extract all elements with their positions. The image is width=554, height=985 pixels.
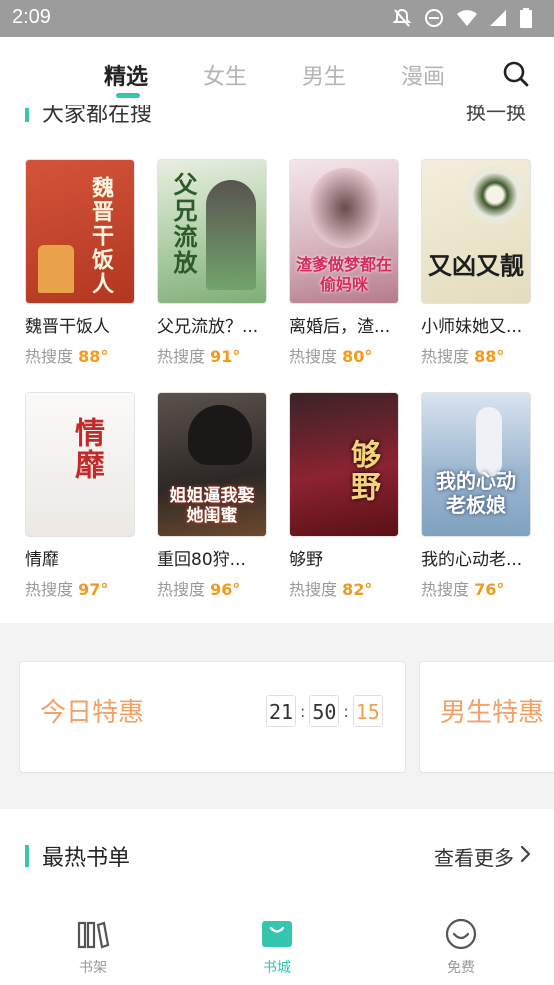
book-heat: 热搜度 91° [157, 347, 241, 366]
tab-indicator [116, 93, 140, 98]
tab-comics[interactable]: 漫画 [401, 59, 445, 91]
smiley-icon [444, 917, 478, 951]
nav-label: 免费 [447, 960, 475, 976]
book-heat: 热搜度 80° [289, 347, 373, 366]
book-title: 离婚后，渣... [289, 317, 391, 337]
book-heat: 热搜度 88° [25, 347, 109, 366]
timer-minutes: 50 [309, 695, 340, 727]
book-heat: 热搜度 96° [157, 580, 241, 599]
search-icon[interactable] [502, 60, 530, 88]
status-bar: 2:09 [0, 0, 554, 37]
book-cover: 够野 [289, 392, 399, 537]
book-item[interactable]: 情靡 情靡 热搜度 97° [25, 392, 137, 600]
book-heat: 热搜度 88° [421, 347, 505, 366]
male-deal-title: 男生特惠 [440, 698, 545, 728]
book-title: 父兄流放？... [157, 317, 259, 337]
bookshelf-icon [76, 917, 110, 951]
hot-lists-title: 最热书单 [42, 846, 131, 871]
section-accent-bar [25, 108, 29, 122]
top-tabs: 精选 女生 男生 漫画 [0, 37, 554, 105]
book-cover: 魏晋干饭人 [25, 159, 135, 304]
book-heat: 热搜度 97° [25, 580, 109, 599]
countdown-timer: 21 : 50 : 15 [266, 695, 383, 727]
book-cover-title: 情靡 [69, 417, 104, 481]
male-deal-card[interactable]: 男生特惠 [419, 661, 554, 773]
nav-label: 书架 [79, 960, 107, 976]
book-item[interactable]: 渣爹做梦都在偷妈咪 离婚后，渣... 热搜度 80° [289, 159, 401, 367]
book-title: 我的心动老... [421, 550, 523, 570]
today-deal-title: 今日特惠 [40, 698, 145, 728]
view-more-button[interactable]: 查看更多 [434, 842, 532, 871]
timer-hours: 21 [266, 695, 296, 727]
book-cover: 姐姐逼我娶她闺蜜 [157, 392, 267, 537]
book-item[interactable]: 姐姐逼我娶她闺蜜 重回80狩... 热搜度 96° [157, 392, 269, 600]
book-cover: 情靡 [25, 392, 135, 537]
book-heat: 热搜度 82° [289, 580, 373, 599]
nav-label: 书城 [263, 960, 291, 976]
book-title: 魏晋干饭人 [25, 317, 110, 337]
nav-free[interactable]: 免费 [421, 917, 501, 977]
book-cover-title: 我的心动老板娘 [436, 469, 516, 517]
book-cover-title: 渣爹做梦都在偷妈咪 [296, 255, 393, 294]
book-cover-title: 又凶又靓 [428, 252, 524, 280]
timer-seconds: 15 [352, 695, 383, 727]
book-item[interactable]: 我的心动老板娘 我的心动老... 热搜度 76° [421, 392, 533, 600]
book-cover: 我的心动老板娘 [421, 392, 531, 537]
nav-bookshelf[interactable]: 书架 [53, 917, 133, 977]
section-accent-bar [25, 845, 29, 867]
book-title: 情靡 [25, 550, 59, 570]
view-more-label: 查看更多 [434, 846, 514, 870]
dnd-icon [424, 8, 444, 28]
book-item[interactable]: 父兄流放 父兄流放？... 热搜度 91° [157, 159, 269, 367]
book-cover: 父兄流放 [157, 159, 267, 304]
chevron-right-icon [520, 844, 532, 869]
tab-selected[interactable]: 精选 [104, 59, 148, 91]
book-heat: 热搜度 76° [421, 580, 505, 599]
notifications-off-icon [392, 8, 412, 28]
tab-male[interactable]: 男生 [302, 59, 346, 91]
book-title: 重回80狩... [157, 550, 246, 570]
book-cover-title: 魏晋干饭人 [88, 176, 113, 296]
today-deal-card[interactable]: 今日特惠 21 : 50 : 15 [19, 661, 406, 773]
book-cover-title: 姐姐逼我娶她闺蜜 [169, 486, 255, 526]
bookstore-icon [260, 917, 294, 951]
book-item[interactable]: 魏晋干饭人 魏晋干饭人 热搜度 88° [25, 159, 137, 367]
wifi-icon [456, 8, 477, 28]
status-time: 2:09 [12, 6, 51, 28]
book-cover-title: 够野 [345, 439, 380, 503]
book-item[interactable]: 又凶又靓 小师妹她又... 热搜度 88° [421, 159, 533, 367]
signal-icon [488, 8, 508, 28]
tab-female[interactable]: 女生 [203, 59, 247, 91]
book-cover-title: 父兄流放 [169, 172, 197, 276]
bottom-nav: 书架 书城 免费 [0, 905, 554, 985]
book-title: 够野 [289, 550, 323, 570]
book-item[interactable]: 够野 够野 热搜度 82° [289, 392, 401, 600]
book-cover: 又凶又靓 [421, 159, 531, 304]
nav-bookstore[interactable]: 书城 [237, 917, 317, 977]
book-title: 小师妹她又... [421, 317, 523, 337]
book-cover: 渣爹做梦都在偷妈咪 [289, 159, 399, 304]
battery-icon [520, 8, 540, 28]
